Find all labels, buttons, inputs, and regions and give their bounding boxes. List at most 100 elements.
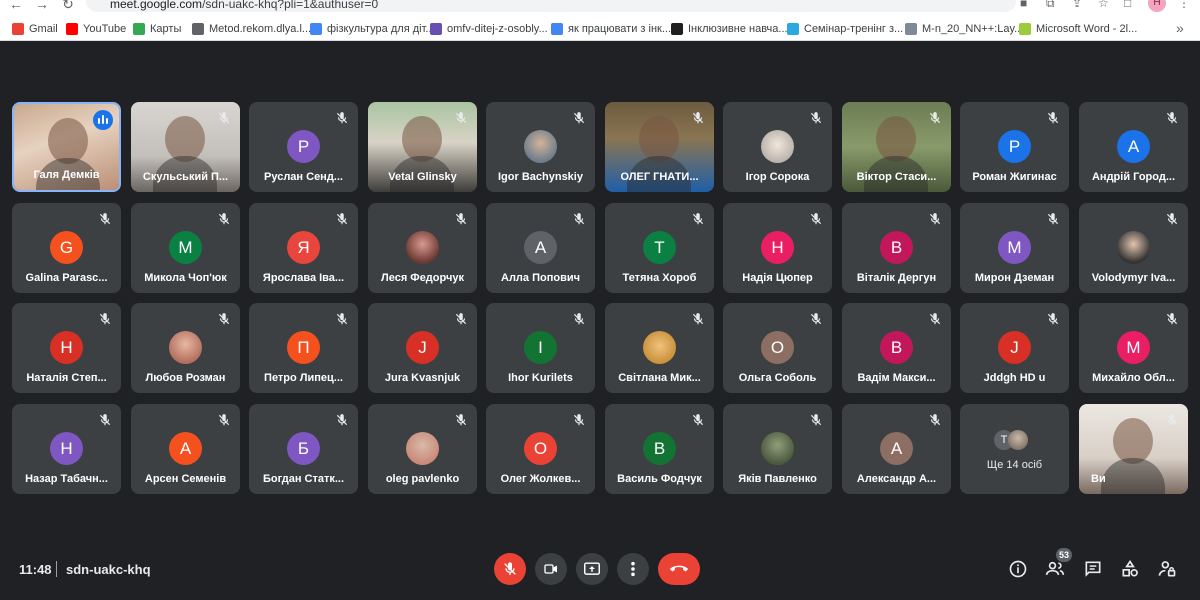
camera-permission-icon[interactable]: ■ <box>1020 0 1027 10</box>
bookmark-favicon-icon <box>192 23 204 35</box>
more-options-button[interactable] <box>617 553 649 585</box>
participant-tile[interactable]: П Петро Липец... <box>249 303 358 393</box>
participant-tile[interactable]: В Віталік Дергун <box>842 203 951 293</box>
bookmark-item[interactable]: як працювати з інк... <box>551 21 671 37</box>
mic-off-icon <box>1046 312 1060 326</box>
participant-tile[interactable]: Р Роман Жигинас <box>960 102 1069 192</box>
participant-tile[interactable]: Б Богдан Статк... <box>249 404 358 494</box>
participant-avatar: О <box>524 432 557 465</box>
bookmark-item[interactable]: Інклюзивне навча... <box>671 21 788 37</box>
extension-icon[interactable]: □ <box>1124 0 1131 10</box>
bookmark-label: omfv-ditej-z-osobly... <box>447 23 548 35</box>
participant-tile[interactable]: Віктор Стаси... <box>842 102 951 192</box>
participant-tile[interactable]: Igor Bachynskiy <box>486 102 595 192</box>
participant-avatar: А <box>880 432 913 465</box>
url-text[interactable]: meet.google.com/sdn-uakc-khq?pli=1&authu… <box>110 0 378 11</box>
profile-avatar[interactable]: Н <box>1148 0 1166 12</box>
participant-name: Скульський П... <box>142 171 229 183</box>
participant-tile[interactable]: oleg pavlenko <box>368 404 477 494</box>
participant-name: Jura Kvasnjuk <box>384 372 461 384</box>
participant-tile[interactable]: Скульський П... <box>131 102 240 192</box>
bookmark-favicon-icon <box>66 23 78 35</box>
participant-tile[interactable]: В Василь Фодчук <box>605 404 714 494</box>
mic-off-icon <box>809 111 823 125</box>
bookmark-item[interactable]: Карты <box>133 21 181 37</box>
participant-tile[interactable]: Т Ще 14 осіб <box>960 404 1069 494</box>
participant-tile[interactable]: А Александр А... <box>842 404 951 494</box>
participant-tile[interactable]: О Олег Жолкев... <box>486 404 595 494</box>
participant-tile[interactable]: Vetal Glinsky <box>368 102 477 192</box>
participant-tile[interactable]: Н Наталія Степ... <box>12 303 121 393</box>
participant-tile[interactable]: Світлана Мик... <box>605 303 714 393</box>
mic-off-icon <box>1046 212 1060 226</box>
participant-tile[interactable]: М Микола Чоп'юк <box>131 203 240 293</box>
translate-icon[interactable]: ⧉ <box>1046 0 1055 11</box>
participant-tile[interactable]: J Jddgh HD u <box>960 303 1069 393</box>
menu-dots-icon[interactable]: ⋮ <box>1178 0 1190 10</box>
participant-avatar: А <box>169 432 202 465</box>
mic-off-icon <box>335 111 349 125</box>
participant-tile[interactable]: В Вадім Макси... <box>842 303 951 393</box>
participant-name: Віктор Стаси... <box>856 171 937 183</box>
participant-tile[interactable]: Ігор Сорока <box>723 102 832 192</box>
forward-icon[interactable]: → <box>34 0 50 12</box>
participant-tile[interactable]: М Мирон Дземан <box>960 203 1069 293</box>
host-controls-icon[interactable] <box>1157 559 1177 579</box>
meeting-info-icon[interactable] <box>1008 559 1028 579</box>
participant-name: Михайло Обл... <box>1092 372 1175 384</box>
participant-tile[interactable]: О Ольга Соболь <box>723 303 832 393</box>
participant-tile[interactable]: А Арсен Семенів <box>131 404 240 494</box>
bookmark-item[interactable]: Семінар-тренінг з... <box>787 21 903 37</box>
participant-avatar: Н <box>50 331 83 364</box>
participant-tile[interactable]: Яків Павленко <box>723 404 832 494</box>
separator <box>56 561 57 577</box>
participant-tile[interactable]: I Ihor Kurilets <box>486 303 595 393</box>
participant-name: Ihor Kurilets <box>508 372 573 384</box>
bookmarks-more-button[interactable]: » <box>1176 20 1184 36</box>
bookmark-item[interactable]: omfv-ditej-z-osobly... <box>430 21 548 37</box>
participant-tile[interactable]: А Андрій Город... <box>1079 102 1188 192</box>
back-icon[interactable]: ← <box>8 0 24 12</box>
microphone-button[interactable] <box>494 553 526 585</box>
bookmark-item[interactable]: фізкультура для діт... <box>310 21 435 37</box>
people-icon[interactable] <box>1045 559 1065 579</box>
participant-name: Василь Фодчук <box>617 473 702 485</box>
participant-tile[interactable]: J Jura Kvasnjuk <box>368 303 477 393</box>
camera-button[interactable] <box>535 553 567 585</box>
participant-tile[interactable]: ОЛЕГ ГНАТИ... <box>605 102 714 192</box>
participant-tile[interactable]: А Алла Попович <box>486 203 595 293</box>
bookmark-item[interactable]: Microsoft Word - 2l... <box>1019 21 1137 37</box>
participant-name: Наталія Степ... <box>26 372 107 384</box>
participant-name: Алла Попович <box>501 272 580 284</box>
leave-call-button[interactable] <box>658 553 700 585</box>
participant-avatar: G <box>50 231 83 264</box>
participant-tile[interactable]: Леся Федорчук <box>368 203 477 293</box>
participant-name: Галя Демків <box>33 169 100 181</box>
participant-tile[interactable]: G Galina Parasc... <box>12 203 121 293</box>
participant-tile[interactable]: Volodymyr Iva... <box>1079 203 1188 293</box>
participant-tile[interactable]: Р Руслан Сенд... <box>249 102 358 192</box>
participant-tile[interactable]: Н Назар Табачн... <box>12 404 121 494</box>
mic-off-icon <box>572 312 586 326</box>
bookmark-star-icon[interactable]: ☆ <box>1098 0 1109 10</box>
mic-off-icon <box>335 212 349 226</box>
share-icon[interactable]: ⇪ <box>1072 0 1082 10</box>
activities-icon[interactable] <box>1120 559 1140 579</box>
mic-off-icon <box>1165 413 1179 427</box>
participant-tile[interactable]: Ви <box>1079 404 1188 494</box>
bookmark-item[interactable]: M-n_20_NN++:Lay... <box>905 21 1023 37</box>
participant-tile[interactable]: Галя Демків <box>12 102 121 192</box>
present-button[interactable] <box>576 553 608 585</box>
bookmark-item[interactable]: Metod.rekom.dlya.l... <box>192 21 311 37</box>
participant-tile[interactable]: Т Тетяна Хороб <box>605 203 714 293</box>
participant-name: Ви <box>1091 473 1106 485</box>
mic-off-icon <box>691 413 705 427</box>
participant-tile[interactable]: М Михайло Обл... <box>1079 303 1188 393</box>
bookmark-item[interactable]: YouTube <box>66 21 126 37</box>
participant-tile[interactable]: Я Ярослава Іва... <box>249 203 358 293</box>
participant-tile[interactable]: Любов Розман <box>131 303 240 393</box>
reload-icon[interactable]: ↻ <box>60 0 76 13</box>
bookmark-item[interactable]: Gmail <box>12 21 58 37</box>
participant-tile[interactable]: Н Надія Цюпер <box>723 203 832 293</box>
chat-icon[interactable] <box>1083 559 1103 579</box>
